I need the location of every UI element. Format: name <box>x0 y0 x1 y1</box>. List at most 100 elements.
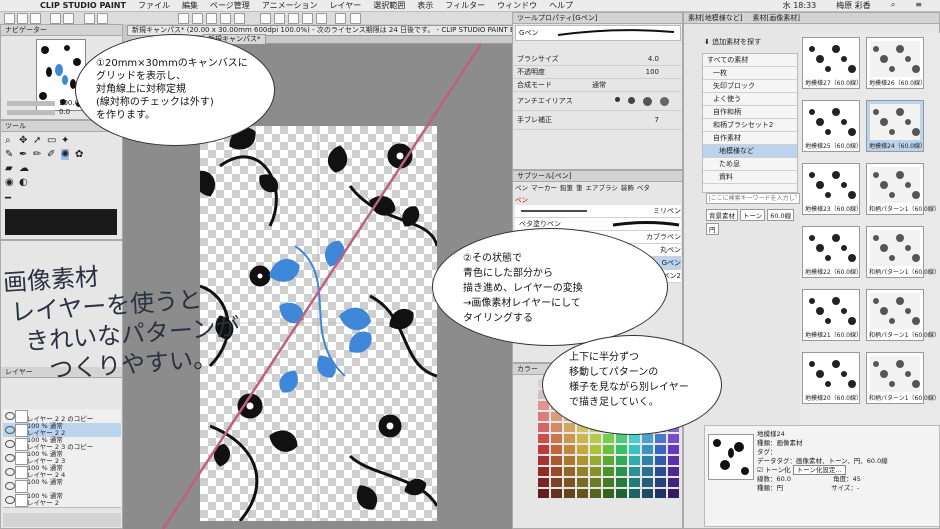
material-thumbnail[interactable]: 和柄パターン1（60.0線） <box>866 352 940 404</box>
color-swatch[interactable] <box>668 445 679 454</box>
color-swatch[interactable] <box>668 467 679 476</box>
add-material-button[interactable]: ⬇ 追加素材を探す <box>704 37 794 49</box>
menu-file[interactable]: ファイル <box>138 0 170 11</box>
decoration-tool-icon[interactable]: ✿ <box>75 149 83 160</box>
menu-page[interactable]: ページ管理 <box>210 0 250 11</box>
color-swatch[interactable] <box>616 489 627 498</box>
material-thumbnail[interactable]: 地模様26（60.0線） <box>866 37 926 89</box>
color-swatch[interactable] <box>629 489 640 498</box>
color-swatch[interactable] <box>551 445 562 454</box>
color-swatch[interactable] <box>642 478 653 487</box>
color-swatch[interactable] <box>590 467 601 476</box>
tone-checkbox[interactable]: ☑ <box>757 466 765 474</box>
material-thumbnail[interactable]: 地模様22（60.0線） <box>802 226 862 278</box>
color-swatch[interactable] <box>642 434 653 443</box>
color-swatch[interactable] <box>577 456 588 465</box>
color-swatch[interactable] <box>629 478 640 487</box>
eye-icon[interactable] <box>5 468 15 476</box>
new-icon[interactable] <box>4 13 15 24</box>
material-thumbnail[interactable]: 地模様25（60.0線） <box>802 100 862 152</box>
subtool-tab-pen[interactable]: ペン <box>515 182 528 192</box>
color-swatch[interactable] <box>642 467 653 476</box>
color-swatch[interactable] <box>564 423 575 432</box>
airbrush-tool-icon[interactable]: ✺ <box>61 149 70 160</box>
color-swatch[interactable] <box>668 456 679 465</box>
subtool-tab-airbrush[interactable]: エアブラシ <box>586 182 618 192</box>
eye-icon[interactable] <box>5 482 15 490</box>
open-icon[interactable] <box>17 13 28 24</box>
save-icon[interactable] <box>30 13 41 24</box>
color-swatch[interactable] <box>564 434 575 443</box>
ruler-tool-icon[interactable]: ━ <box>5 193 11 204</box>
antialias-row[interactable]: アンチエイリアス <box>513 92 681 111</box>
subtool-tab-fill[interactable]: ベタ <box>637 182 650 192</box>
color-swatch[interactable] <box>590 456 601 465</box>
color-icon[interactable] <box>335 13 346 24</box>
guide-icon[interactable] <box>316 13 327 24</box>
material-thumbnail[interactable]: 和柄パターン1（60.0線） <box>866 289 940 341</box>
tab-material-image[interactable]: 素材[画像素材] <box>752 13 799 23</box>
color-swatch[interactable] <box>538 423 549 432</box>
color-swatch[interactable] <box>629 467 640 476</box>
scale-icon[interactable] <box>234 13 245 24</box>
material-thumbnail[interactable]: 地模様21（60.0線） <box>802 289 862 341</box>
eye-icon[interactable] <box>5 412 15 420</box>
material-thumbnail[interactable]: 地模様20（60.0線） <box>802 352 862 404</box>
app-menu[interactable]: CLIP STUDIO PAINT <box>40 1 126 10</box>
subtool-tab-marker[interactable]: マーカー <box>531 182 557 192</box>
color-swatch[interactable] <box>538 456 549 465</box>
rotate-slider[interactable] <box>7 110 55 115</box>
pen-tool-icon[interactable]: ✒ <box>19 149 27 160</box>
tree-item[interactable]: 矢印ブロック <box>703 80 797 93</box>
undo-icon[interactable] <box>50 13 61 24</box>
tab-material-pattern[interactable]: 素材[地模様など] <box>688 13 742 23</box>
color-swatch[interactable] <box>564 456 575 465</box>
color-swatch[interactable] <box>655 456 666 465</box>
fill-icon[interactable] <box>97 13 108 24</box>
color-swatch[interactable] <box>603 478 614 487</box>
tree-item[interactable]: 地模様など <box>703 145 797 158</box>
color-swatch[interactable] <box>616 467 627 476</box>
color-swatch[interactable] <box>629 456 640 465</box>
brush-tool-icon[interactable]: ✐ <box>47 149 55 160</box>
color-swatch[interactable] <box>603 434 614 443</box>
material-thumbnail[interactable]: 地模様23（60.0線） <box>802 163 862 215</box>
color-swatch[interactable] <box>603 467 614 476</box>
color-swatch[interactable] <box>668 434 679 443</box>
color-swatch[interactable] <box>603 445 614 454</box>
color-swatch[interactable] <box>603 489 614 498</box>
menu-filter[interactable]: フィルター <box>445 0 485 11</box>
color-swatch[interactable] <box>564 445 575 454</box>
color-swatch[interactable] <box>655 434 666 443</box>
color-swatch[interactable] <box>551 434 562 443</box>
eraser-tool-icon[interactable]: ▰ <box>5 163 13 174</box>
snap-icon[interactable] <box>274 13 285 24</box>
subtool-tab-decoration[interactable]: 装飾 <box>621 182 634 192</box>
color-swatch[interactable] <box>590 478 601 487</box>
opacity-row[interactable]: 不透明度 100 <box>513 66 681 79</box>
transform-icon[interactable] <box>178 13 189 24</box>
color-swatch[interactable] <box>564 467 575 476</box>
menu-list-icon[interactable]: ≡ <box>915 0 922 11</box>
color-swatch[interactable] <box>616 456 627 465</box>
selection-tool-icon[interactable]: ▭ <box>47 135 56 146</box>
stabilizer-row[interactable]: 手ブレ補正 7 <box>513 111 681 130</box>
color-swatch[interactable] <box>642 456 653 465</box>
fill-tool-icon[interactable]: ◉ <box>5 177 14 188</box>
deselect-icon[interactable] <box>192 13 203 24</box>
tree-item[interactable]: よく使う <box>703 93 797 106</box>
color-swatch[interactable] <box>564 489 575 498</box>
search-icon[interactable]: ⌕ <box>891 0 895 11</box>
color-swatch[interactable] <box>655 478 666 487</box>
material-thumbnail[interactable]: 地模様27（60.0線） <box>802 37 862 89</box>
eye-icon[interactable] <box>5 496 15 504</box>
clear-icon[interactable] <box>84 13 95 24</box>
tree-item[interactable]: ため息 <box>703 158 797 171</box>
main-color-swatch[interactable] <box>5 209 117 235</box>
tag-chip[interactable]: 背景素材 <box>706 209 738 221</box>
auto-select-icon[interactable]: ✦ <box>61 135 69 146</box>
color-swatch[interactable] <box>616 445 627 454</box>
tree-item[interactable]: 資料 <box>703 171 797 184</box>
color-swatch[interactable] <box>551 423 562 432</box>
menu-selection[interactable]: 選択範囲 <box>373 0 405 11</box>
